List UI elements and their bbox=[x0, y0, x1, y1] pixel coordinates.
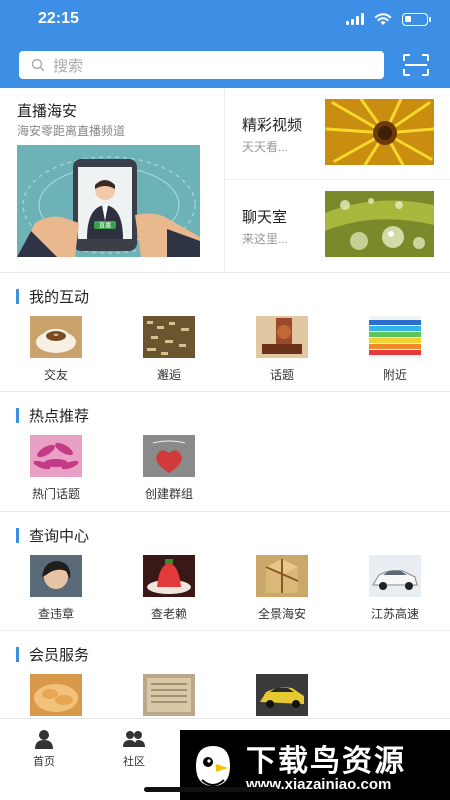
grid-item[interactable]: 江苏高速 bbox=[355, 555, 435, 622]
bird-mascot-icon bbox=[196, 746, 230, 786]
grid-item[interactable]: 交友 bbox=[16, 316, 96, 383]
section-accent-bar bbox=[16, 407, 19, 423]
live-subtitle: 海安零距离直播频道 bbox=[17, 124, 126, 138]
item-label: 全景海安 bbox=[257, 607, 306, 621]
item-image bbox=[143, 316, 195, 358]
section-header: 查询中心 bbox=[16, 525, 89, 545]
home-indicator[interactable] bbox=[144, 787, 278, 792]
divider bbox=[0, 391, 450, 392]
item-image bbox=[256, 674, 308, 716]
nav-item-home[interactable]: 首页 bbox=[14, 729, 74, 769]
item-label: 邂逅 bbox=[156, 368, 181, 382]
featured-thumbnail bbox=[325, 191, 434, 257]
grid-item[interactable]: 邂逅 bbox=[129, 316, 209, 383]
item-image bbox=[369, 316, 421, 358]
search-bar[interactable]: 搜索 bbox=[19, 51, 384, 79]
grid-item[interactable] bbox=[16, 674, 96, 716]
section-header: 会员服务 bbox=[16, 644, 89, 664]
grid-item[interactable]: 全景海安 bbox=[242, 555, 322, 622]
search-icon bbox=[31, 58, 45, 72]
grid-item[interactable]: 附近 bbox=[355, 316, 435, 383]
status-icons bbox=[346, 12, 431, 26]
grid-item[interactable] bbox=[242, 674, 322, 716]
section-query: 查询中心 查违章 查老赖 全景海安 江苏高速 bbox=[0, 513, 450, 632]
item-image bbox=[30, 555, 82, 597]
featured-subtitle: 来这里... bbox=[242, 232, 289, 246]
battery-icon bbox=[402, 12, 431, 26]
grid-item[interactable]: 热门话题 bbox=[16, 435, 96, 502]
featured-subtitle: 天天看... bbox=[242, 140, 289, 154]
nav-label: 社区 bbox=[123, 756, 145, 768]
section-title: 会员服务 bbox=[29, 646, 90, 664]
search-placeholder[interactable]: 搜索 bbox=[53, 55, 83, 76]
section-interaction: 我的互动 交友 邂逅 话题 附近 bbox=[0, 274, 450, 393]
group-icon bbox=[123, 731, 145, 747]
wifi-icon bbox=[374, 13, 392, 25]
item-image bbox=[143, 435, 195, 477]
section-accent-bar bbox=[16, 646, 19, 662]
scan-icon[interactable] bbox=[402, 53, 430, 77]
section-title: 查询中心 bbox=[29, 527, 90, 545]
grid-item[interactable]: 查违章 bbox=[16, 555, 96, 622]
live-button-text: 直播 bbox=[99, 222, 111, 230]
item-label: 附近 bbox=[382, 368, 407, 382]
item-image bbox=[30, 435, 82, 477]
item-image bbox=[256, 555, 308, 597]
featured-title: 精彩视频 bbox=[242, 117, 303, 134]
item-label: 查违章 bbox=[37, 607, 74, 621]
item-label: 热门话题 bbox=[31, 487, 80, 501]
item-image bbox=[143, 555, 195, 597]
grid-item[interactable] bbox=[129, 674, 209, 716]
featured-card-video[interactable]: 精彩视频 天天看... bbox=[226, 88, 450, 180]
section-accent-bar bbox=[16, 527, 19, 543]
item-label: 交友 bbox=[43, 368, 68, 382]
item-label: 创建群组 bbox=[144, 487, 193, 501]
section-header: 我的互动 bbox=[16, 286, 89, 306]
signal-icon bbox=[346, 13, 364, 25]
featured-card-chat[interactable]: 聊天室 来这里... bbox=[226, 180, 450, 272]
app-header: 22:15 搜索 bbox=[0, 0, 450, 88]
section-header: 热点推荐 bbox=[16, 405, 89, 425]
item-label: 话题 bbox=[269, 368, 294, 382]
item-image bbox=[30, 674, 82, 716]
grid-item[interactable]: 话题 bbox=[242, 316, 322, 383]
live-title: 直播海安 bbox=[17, 103, 78, 120]
divider bbox=[0, 272, 450, 273]
watermark-title: 下载鸟资源 bbox=[246, 745, 406, 778]
person-icon bbox=[35, 730, 53, 749]
nav-label: 首页 bbox=[33, 756, 55, 768]
section-accent-bar bbox=[16, 288, 19, 304]
item-image bbox=[30, 316, 82, 358]
featured-title: 聊天室 bbox=[242, 209, 288, 226]
featured-area: 直播海安 海安零距离直播频道 直播 精彩视频 天天看... 聊天室 来这里... bbox=[0, 88, 450, 272]
item-image bbox=[369, 555, 421, 597]
live-card[interactable]: 直播海安 海安零距离直播频道 直播 bbox=[0, 88, 225, 272]
grid-item[interactable]: 创建群组 bbox=[129, 435, 209, 502]
grid-item[interactable]: 查老赖 bbox=[129, 555, 209, 622]
item-image bbox=[256, 316, 308, 358]
status-bar: 22:15 bbox=[0, 0, 450, 40]
section-hot: 热点推荐 热门话题 创建群组 bbox=[0, 393, 450, 512]
featured-thumbnail bbox=[325, 99, 434, 165]
item-label: 查老赖 bbox=[150, 607, 187, 621]
divider bbox=[0, 511, 450, 512]
section-title: 热点推荐 bbox=[29, 407, 90, 425]
divider bbox=[0, 630, 450, 631]
section-title: 我的互动 bbox=[29, 288, 90, 306]
live-illustration: 直播 bbox=[17, 145, 200, 257]
item-label: 江苏高速 bbox=[370, 607, 419, 621]
item-image bbox=[143, 674, 195, 716]
nav-item-community[interactable]: 社区 bbox=[104, 729, 164, 769]
status-time: 22:15 bbox=[38, 10, 79, 27]
